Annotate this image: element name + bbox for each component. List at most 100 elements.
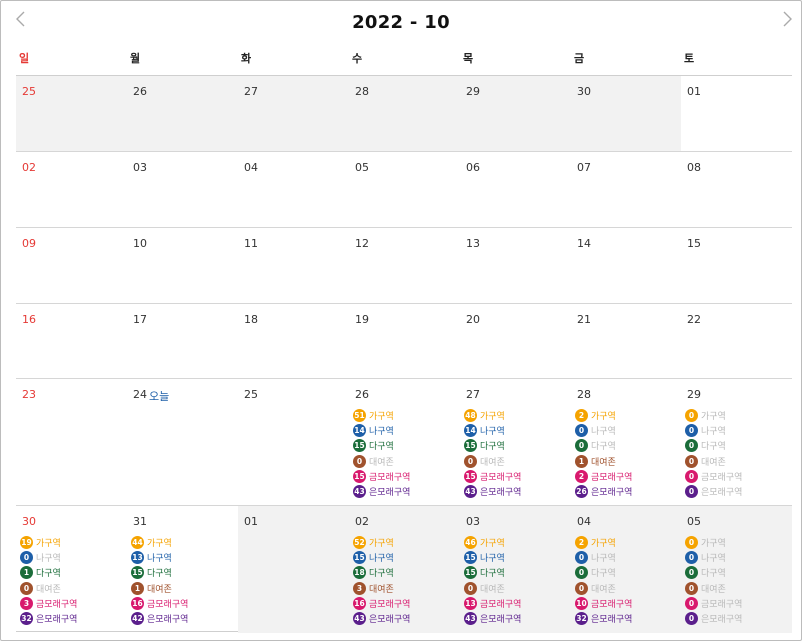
station-entry[interactable]: 15 다구역 [353, 438, 410, 453]
station-entry[interactable]: 1 대여존 [575, 454, 632, 469]
day-cell[interactable]: 28 2 가구역 0 나구역 0 다구역 1 대여존 2 금모래구역 26 은모래구역 [571, 379, 681, 505]
station-entry[interactable]: 26 은모래구역 [575, 484, 632, 499]
station-entry[interactable]: 16 금모래구역 [131, 596, 188, 611]
station-entry[interactable]: 0 은모래구역 [685, 484, 742, 499]
station-entry[interactable]: 0 은모래구역 [685, 611, 742, 626]
station-entry[interactable]: 1 다구역 [20, 565, 77, 580]
day-cell[interactable]: 27 [238, 76, 349, 151]
day-cell[interactable]: 30 19 가구역 0 나구역 1 다구역 0 대여존 3 금모래구역 32 은모래구역 [16, 506, 127, 633]
day-cell[interactable]: 09 [16, 228, 127, 303]
station-entry[interactable]: 0 다구역 [575, 438, 632, 453]
station-entry[interactable]: 3 금모래구역 [20, 596, 77, 611]
day-cell[interactable]: 30 [571, 76, 681, 151]
day-cell[interactable]: 15 [681, 228, 792, 303]
station-entry[interactable]: 13 금모래구역 [464, 596, 521, 611]
station-entry[interactable]: 2 가구역 [575, 535, 632, 550]
station-entry[interactable]: 19 가구역 [20, 535, 77, 550]
day-cell[interactable]: 14 [571, 228, 681, 303]
station-entry[interactable]: 15 나구역 [464, 550, 521, 565]
station-entry[interactable]: 1 대여존 [131, 581, 188, 596]
day-cell[interactable]: 26 51 가구역 14 나구역 15 다구역 0 대여존 15 금모래구역 43 은모래구역 [349, 379, 460, 505]
station-entry[interactable]: 0 나구역 [685, 423, 742, 438]
station-entry[interactable]: 51 가구역 [353, 408, 410, 423]
day-cell[interactable]: 17 [127, 304, 238, 378]
day-cell[interactable]: 03 [127, 152, 238, 227]
station-entry[interactable]: 15 금모래구역 [464, 469, 521, 484]
station-entry[interactable]: 0 가구역 [685, 535, 742, 550]
day-cell[interactable]: 25 [16, 76, 127, 151]
day-cell[interactable]: 31 44 가구역 13 나구역 15 다구역 1 대여존 16 금모래구역 42 은모래구역 [127, 506, 238, 633]
station-entry[interactable]: 32 은모래구역 [575, 611, 632, 626]
station-entry[interactable]: 0 대여존 [20, 581, 77, 596]
station-entry[interactable]: 16 금모래구역 [353, 596, 410, 611]
station-entry[interactable]: 2 가구역 [575, 408, 632, 423]
station-entry[interactable]: 43 은모래구역 [353, 611, 410, 626]
next-month-button[interactable] [779, 9, 795, 29]
day-cell[interactable]: 07 [571, 152, 681, 227]
station-entry[interactable]: 48 가구역 [464, 408, 521, 423]
station-entry[interactable]: 14 나구역 [353, 423, 410, 438]
day-cell[interactable]: 19 [349, 304, 460, 378]
day-cell[interactable]: 11 [238, 228, 349, 303]
day-cell[interactable]: 29 0 가구역 0 나구역 0 다구역 0 대여존 0 금모래구역 0 은모래구역 [681, 379, 792, 505]
day-cell[interactable]: 02 [16, 152, 127, 227]
station-entry[interactable]: 0 대여존 [575, 581, 632, 596]
station-entry[interactable]: 10 금모래구역 [575, 596, 632, 611]
day-cell[interactable]: 12 [349, 228, 460, 303]
station-entry[interactable]: 18 다구역 [353, 565, 410, 580]
station-entry[interactable]: 0 대여존 [464, 581, 521, 596]
day-cell[interactable]: 06 [460, 152, 571, 227]
station-entry[interactable]: 42 은모래구역 [131, 611, 188, 626]
station-entry[interactable]: 0 가구역 [685, 408, 742, 423]
station-entry[interactable]: 0 대여존 [685, 581, 742, 596]
station-entry[interactable]: 2 금모래구역 [575, 469, 632, 484]
day-cell[interactable]: 21 [571, 304, 681, 378]
station-entry[interactable]: 0 금모래구역 [685, 596, 742, 611]
day-cell[interactable]: 04 2 가구역 0 나구역 0 다구역 0 대여존 10 금모래구역 32 은모래구역 [571, 506, 681, 633]
station-entry[interactable]: 32 은모래구역 [20, 611, 77, 626]
day-cell[interactable]: 20 [460, 304, 571, 378]
station-entry[interactable]: 0 대여존 [685, 454, 742, 469]
station-entry[interactable]: 0 다구역 [685, 438, 742, 453]
station-entry[interactable]: 0 대여존 [353, 454, 410, 469]
station-entry[interactable]: 15 다구역 [131, 565, 188, 580]
station-entry[interactable]: 0 다구역 [575, 565, 632, 580]
station-entry[interactable]: 15 다구역 [464, 438, 521, 453]
station-entry[interactable]: 0 나구역 [20, 550, 77, 565]
station-entry[interactable]: 13 나구역 [131, 550, 188, 565]
day-cell[interactable]: 25 [238, 379, 349, 505]
day-cell[interactable]: 28 [349, 76, 460, 151]
day-cell[interactable]: 05 [349, 152, 460, 227]
station-entry[interactable]: 14 나구역 [464, 423, 521, 438]
day-cell[interactable]: 18 [238, 304, 349, 378]
day-cell[interactable]: 01 [681, 76, 792, 151]
day-cell[interactable]: 26 [127, 76, 238, 151]
station-entry[interactable]: 43 은모래구역 [464, 484, 521, 499]
day-cell[interactable]: 24 오늘 [127, 379, 238, 505]
station-entry[interactable]: 0 다구역 [685, 565, 742, 580]
station-entry[interactable]: 15 나구역 [353, 550, 410, 565]
station-entry[interactable]: 44 가구역 [131, 535, 188, 550]
day-cell[interactable]: 13 [460, 228, 571, 303]
day-cell[interactable]: 22 [681, 304, 792, 378]
station-entry[interactable]: 15 금모래구역 [353, 469, 410, 484]
day-cell[interactable]: 29 [460, 76, 571, 151]
day-cell[interactable]: 23 [16, 379, 127, 505]
day-cell[interactable]: 08 [681, 152, 792, 227]
station-entry[interactable]: 0 나구역 [575, 550, 632, 565]
station-entry[interactable]: 43 은모래구역 [353, 484, 410, 499]
station-entry[interactable]: 0 나구역 [685, 550, 742, 565]
day-cell[interactable]: 03 46 가구역 15 나구역 15 다구역 0 대여존 13 금모래구역 43 은모래구역 [460, 506, 571, 633]
station-entry[interactable]: 52 가구역 [353, 535, 410, 550]
station-entry[interactable]: 3 대여존 [353, 581, 410, 596]
station-entry[interactable]: 0 금모래구역 [685, 469, 742, 484]
station-entry[interactable]: 0 나구역 [575, 423, 632, 438]
station-entry[interactable]: 43 은모래구역 [464, 611, 521, 626]
day-cell[interactable]: 02 52 가구역 15 나구역 18 다구역 3 대여존 16 금모래구역 43 은모래구역 [349, 506, 460, 633]
day-cell[interactable]: 27 48 가구역 14 나구역 15 다구역 0 대여존 15 금모래구역 43 은모래구역 [460, 379, 571, 505]
station-entry[interactable]: 15 다구역 [464, 565, 521, 580]
day-cell[interactable]: 16 [16, 304, 127, 378]
station-entry[interactable]: 46 가구역 [464, 535, 521, 550]
day-cell[interactable]: 01 [238, 506, 349, 633]
day-cell[interactable]: 10 [127, 228, 238, 303]
